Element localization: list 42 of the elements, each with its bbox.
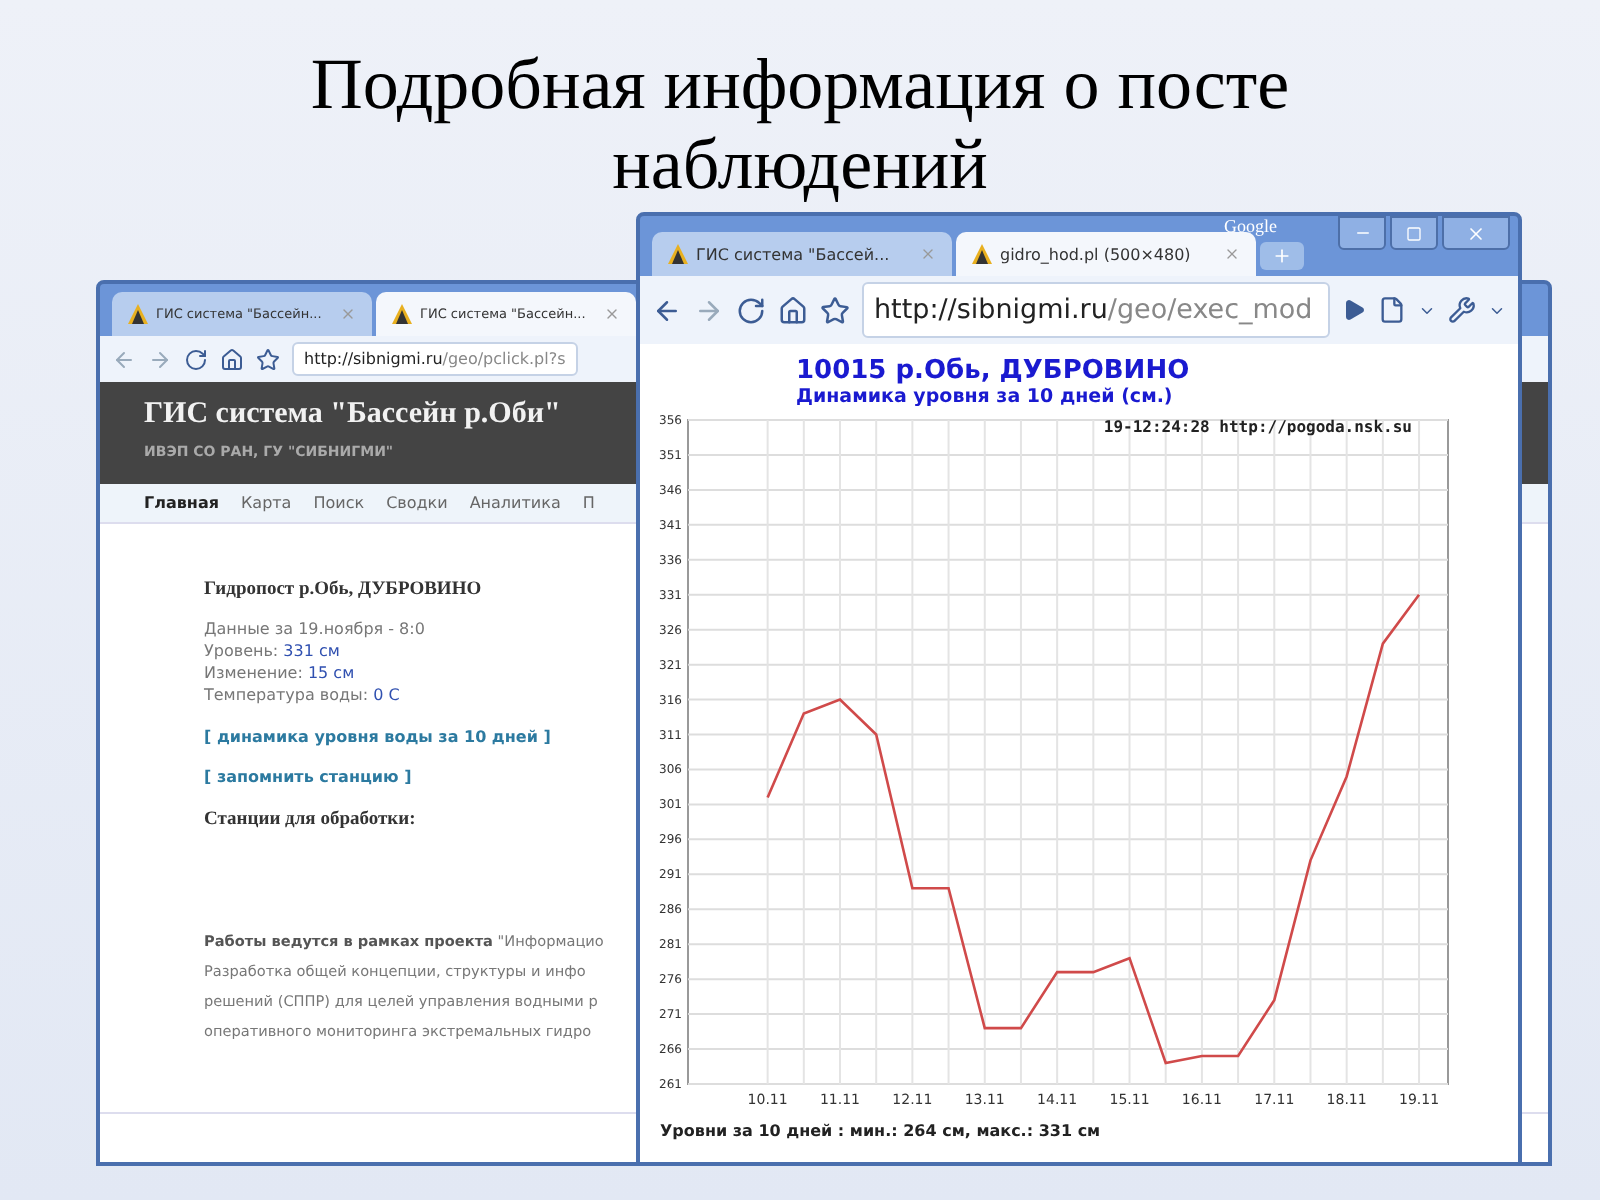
chart-footer: Уровни за 10 дней : мин.: 264 см, макс.: 331 см (640, 1116, 1518, 1140)
site-title: ГИС система "Бассейн р.Оби" (144, 398, 561, 432)
settings-icon[interactable] (1448, 296, 1476, 324)
chart-title: 10015 р.Обь, ДУБРОВИНО (796, 356, 1190, 386)
star-icon[interactable] (820, 295, 850, 325)
nav-link[interactable]: Карта (240, 494, 292, 512)
close-icon (1466, 223, 1486, 243)
maximize-button[interactable] (1390, 216, 1438, 250)
station-heading: Гидропост р.Обь, ДУБРОВИНО (204, 580, 482, 600)
data-line: Изменение: 15 см (204, 662, 355, 684)
close-icon[interactable] (604, 306, 620, 322)
link[interactable]: [ запомнить станцию ] (204, 768, 412, 786)
play-icon[interactable] (1342, 298, 1366, 322)
star-icon[interactable] (256, 347, 280, 371)
home-icon[interactable] (220, 347, 244, 371)
section-heading: Станции для обработки: (204, 810, 416, 830)
close-button[interactable] (1442, 216, 1510, 250)
nav-link[interactable]: Аналитика (469, 494, 561, 512)
maximize-icon (1406, 225, 1422, 241)
chart-subtitle: Динамика уровня за 10 дней (см.) (796, 386, 1173, 408)
browser-tab[interactable]: gidro_hod.pl (500×480) (956, 232, 1256, 276)
link[interactable]: [ динамика уровня воды за 10 дней ] (204, 728, 551, 746)
timestamp: 19-12:24:28 http://pogoda.nsk.su (1103, 418, 1412, 436)
close-icon[interactable] (1224, 246, 1240, 262)
data-line: Уровень: 331 см (204, 640, 340, 662)
address-bar[interactable]: http://sibnigmi.ru/geo/pclick.pl?s (292, 342, 578, 376)
reload-icon[interactable] (736, 295, 766, 325)
plus-icon (1272, 246, 1292, 266)
reload-icon[interactable] (184, 347, 208, 371)
data-line: Температура воды: 0 С (204, 684, 400, 706)
nav-link[interactable]: Главная (144, 494, 219, 512)
address-bar[interactable]: http://sibnigmi.ru/geo/exec_mod (862, 282, 1330, 338)
brand-label: Google (1224, 216, 1277, 238)
data-line: Данные за 19.ноября - 8:0 (204, 618, 425, 640)
nav-link[interactable]: Поиск (313, 494, 365, 512)
browser-tab[interactable]: ГИС система "Бассей... (652, 232, 952, 276)
nav-link[interactable]: П (582, 494, 595, 512)
home-icon[interactable] (778, 295, 808, 325)
slide-title: Подробная информация о посте наблюдений (308, 42, 1292, 204)
page-icon[interactable] (1378, 296, 1406, 324)
back-icon[interactable] (652, 295, 682, 325)
nav-link[interactable]: Сводки (386, 494, 448, 512)
